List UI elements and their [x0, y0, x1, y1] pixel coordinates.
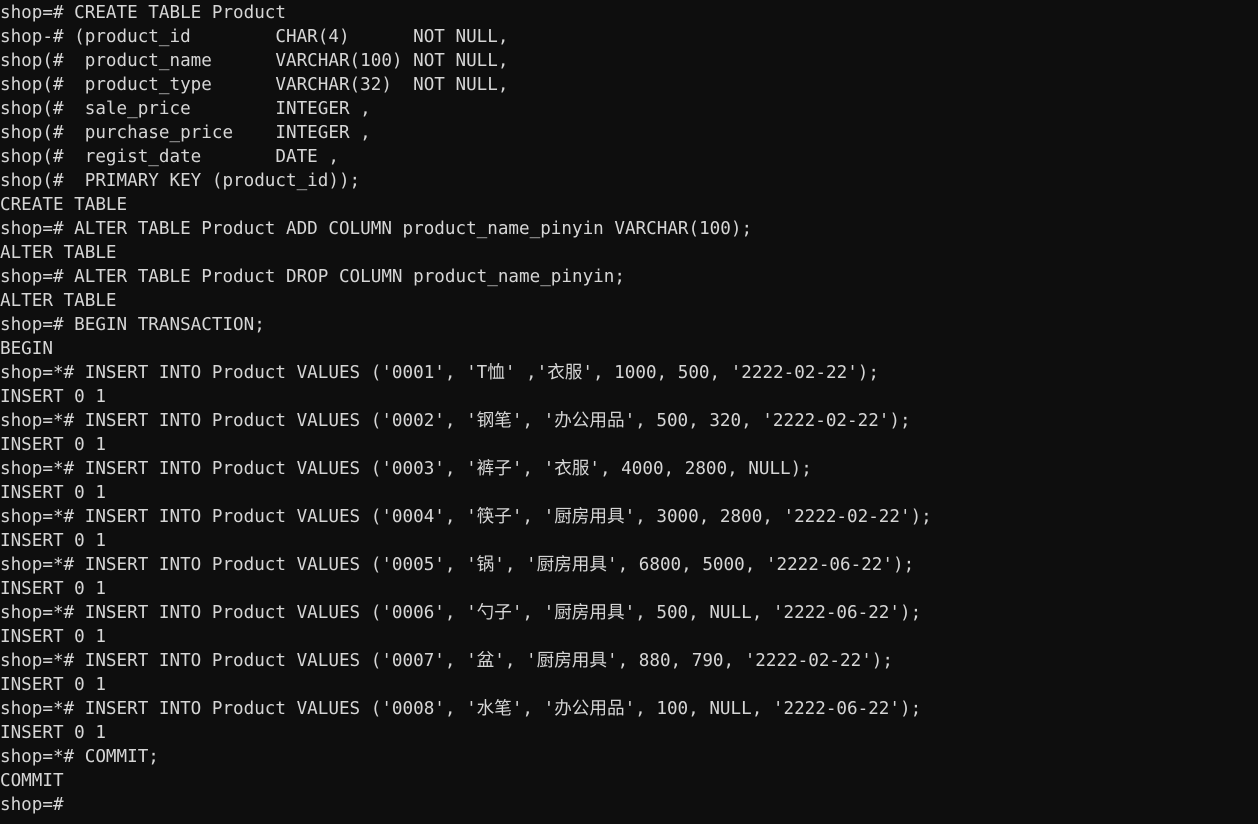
- terminal-line: INSERT 0 1: [0, 387, 106, 407]
- terminal-line: shop=# BEGIN TRANSACTION;: [0, 315, 265, 335]
- terminal-line: shop=*# INSERT INTO Product VALUES ('000…: [0, 699, 922, 719]
- terminal-line: ALTER TABLE: [0, 243, 117, 263]
- terminal-line: shop(# PRIMARY KEY (product_id));: [0, 171, 361, 191]
- terminal-line: INSERT 0 1: [0, 579, 106, 599]
- terminal-line: shop=# ALTER TABLE Product ADD COLUMN pr…: [0, 219, 753, 239]
- terminal-line: shop-# (product_id CHAR(4) NOT NULL,: [0, 27, 509, 47]
- terminal-line: INSERT 0 1: [0, 675, 106, 695]
- terminal-line: shop=*# INSERT INTO Product VALUES ('000…: [0, 363, 879, 383]
- terminal-line: shop=*# INSERT INTO Product VALUES ('000…: [0, 651, 893, 671]
- terminal-line: shop=*# INSERT INTO Product VALUES ('000…: [0, 603, 922, 623]
- terminal-window[interactable]: shop=# CREATE TABLE Product shop-# (produ…: [0, 0, 1258, 824]
- terminal-line: BEGIN: [0, 339, 53, 359]
- terminal-line: shop=*# INSERT INTO Product VALUES ('000…: [0, 411, 911, 431]
- terminal-line: CREATE TABLE: [0, 195, 128, 215]
- terminal-line: shop=*# INSERT INTO Product VALUES ('000…: [0, 555, 915, 575]
- terminal-line: COMMIT: [0, 771, 64, 791]
- terminal-line: shop=#: [0, 795, 64, 815]
- terminal-line: INSERT 0 1: [0, 531, 106, 551]
- terminal-line: INSERT 0 1: [0, 627, 106, 647]
- terminal-line: shop(# sale_price INTEGER ,: [0, 99, 371, 119]
- terminal-line: shop(# regist_date DATE ,: [0, 147, 339, 167]
- terminal-line: INSERT 0 1: [0, 483, 106, 503]
- terminal-line: shop=*# COMMIT;: [0, 747, 159, 767]
- terminal-line: shop(# product_name VARCHAR(100) NOT NUL…: [0, 51, 509, 71]
- terminal-line: shop=# CREATE TABLE Product: [0, 3, 286, 23]
- terminal-line: shop=*# INSERT INTO Product VALUES ('000…: [0, 507, 932, 527]
- terminal-line: shop(# product_type VARCHAR(32) NOT NULL…: [0, 75, 509, 95]
- terminal-line: shop=# ALTER TABLE Product DROP COLUMN p…: [0, 267, 625, 287]
- terminal-line: shop(# purchase_price INTEGER ,: [0, 123, 371, 143]
- terminal-line: INSERT 0 1: [0, 723, 106, 743]
- terminal-line: shop=*# INSERT INTO Product VALUES ('000…: [0, 459, 812, 479]
- terminal-line: ALTER TABLE: [0, 291, 117, 311]
- terminal-line: INSERT 0 1: [0, 435, 106, 455]
